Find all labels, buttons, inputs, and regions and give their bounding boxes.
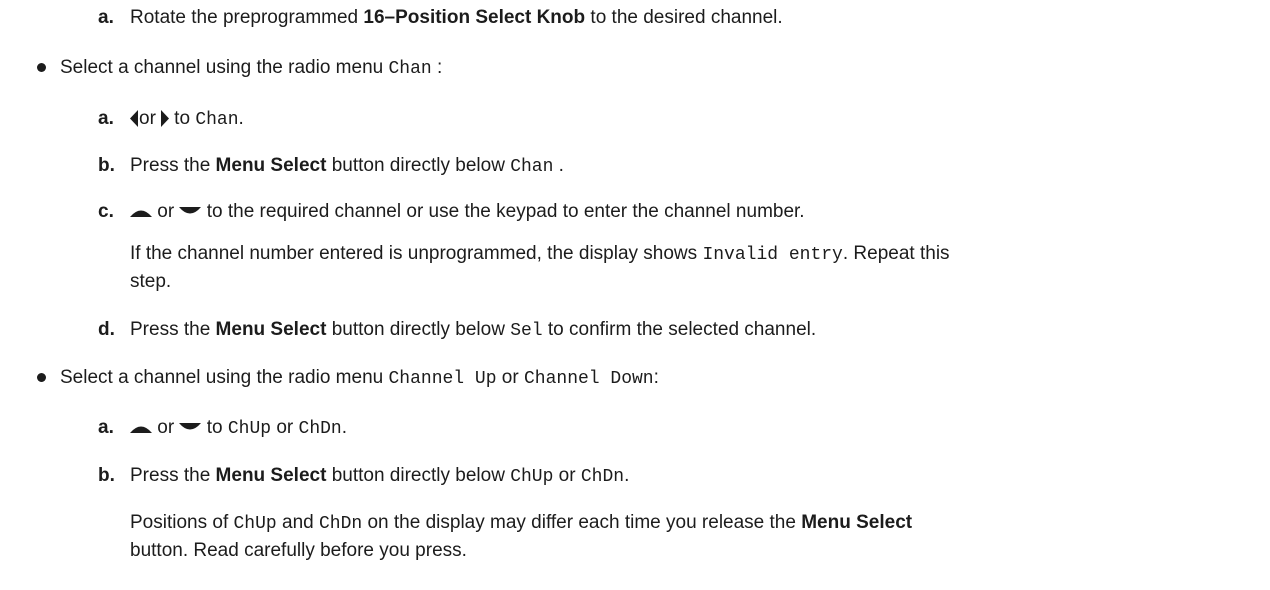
step-text: Press the Menu Select button directly be… xyxy=(130,319,817,341)
step-text: Press the Menu Select button directly be… xyxy=(130,465,630,487)
up-arrow-icon xyxy=(130,207,152,217)
left-arrow-icon xyxy=(130,110,139,128)
step-label: a. xyxy=(98,108,114,129)
bullet-text: Select a channel using the radio menu Ch… xyxy=(60,367,659,389)
bullet-dot xyxy=(37,63,46,72)
step-note: button. Read carefully before you press. xyxy=(130,540,467,561)
step-label: a. xyxy=(98,7,114,28)
step-label: b. xyxy=(98,465,115,486)
step-label: d. xyxy=(98,319,115,340)
step-text: or to the required channel or use the ke… xyxy=(130,200,805,224)
step-note: If the channel number entered is unprogr… xyxy=(130,243,950,265)
step-note: Positions of ChUp and ChDn on the displa… xyxy=(130,512,913,534)
step-text: or to Chan. xyxy=(130,107,244,132)
down-arrow-icon xyxy=(179,206,202,217)
down-arrow-icon xyxy=(179,422,202,433)
up-arrow-icon xyxy=(130,423,152,433)
bullet-dot xyxy=(37,373,46,382)
right-arrow-icon xyxy=(160,110,169,128)
step-text: or to ChUp or ChDn. xyxy=(130,416,347,441)
step-text: Rotate the preprogrammed 16–Position Sel… xyxy=(130,7,783,28)
bullet-text: Select a channel using the radio menu Ch… xyxy=(60,57,443,79)
step-label: b. xyxy=(98,155,115,176)
step-note: step. xyxy=(130,271,172,292)
step-label: c. xyxy=(98,201,114,222)
step-label: a. xyxy=(98,417,114,438)
step-text: Press the Menu Select button directly be… xyxy=(130,155,564,177)
